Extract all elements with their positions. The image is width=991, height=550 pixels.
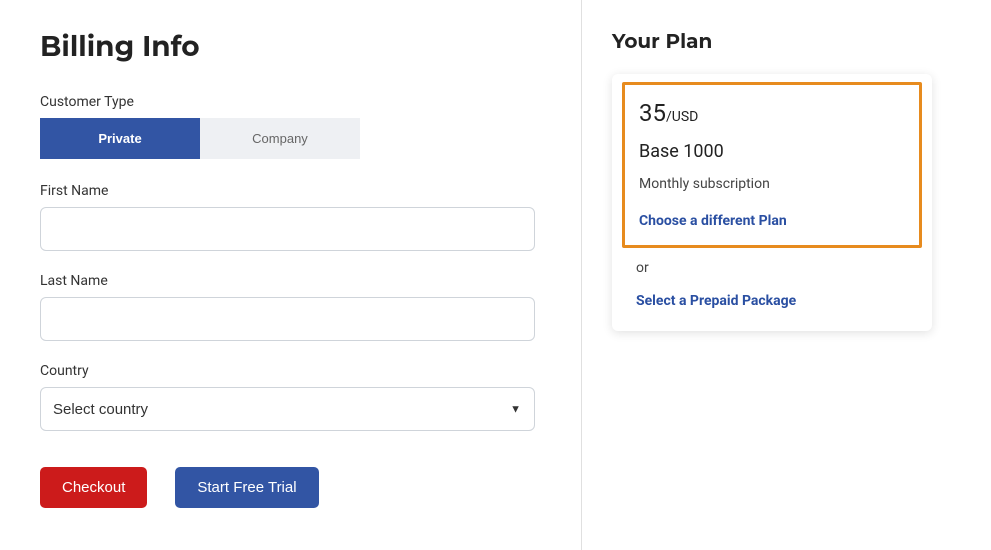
customer-type-segmented: Private Company — [40, 118, 541, 159]
last-name-input[interactable] — [40, 297, 535, 341]
plan-subscription-type: Monthly subscription — [639, 176, 905, 192]
last-name-label: Last Name — [40, 273, 541, 289]
plan-price: 35/USD — [639, 99, 905, 127]
plan-highlight-box: 35/USD Base 1000 Monthly subscription Ch… — [622, 82, 922, 248]
segment-company-button[interactable]: Company — [200, 118, 360, 159]
country-label: Country — [40, 363, 541, 379]
billing-title: Billing Info — [40, 30, 541, 64]
select-prepaid-link[interactable]: Select a Prepaid Package — [636, 293, 796, 309]
plan-price-currency: /USD — [666, 109, 698, 125]
plan-card: 35/USD Base 1000 Monthly subscription Ch… — [612, 74, 932, 331]
segment-private-button[interactable]: Private — [40, 118, 200, 159]
country-select[interactable]: Select country — [40, 387, 535, 431]
customer-type-label: Customer Type — [40, 94, 541, 110]
plan-title: Your Plan — [612, 30, 961, 54]
checkout-button[interactable]: Checkout — [40, 467, 147, 508]
plan-price-value: 35 — [639, 99, 666, 127]
first-name-label: First Name — [40, 183, 541, 199]
or-label: or — [636, 260, 908, 276]
choose-different-plan-link[interactable]: Choose a different Plan — [639, 213, 787, 229]
start-trial-button[interactable]: Start Free Trial — [175, 467, 318, 508]
plan-name: Base 1000 — [639, 141, 905, 162]
first-name-input[interactable] — [40, 207, 535, 251]
